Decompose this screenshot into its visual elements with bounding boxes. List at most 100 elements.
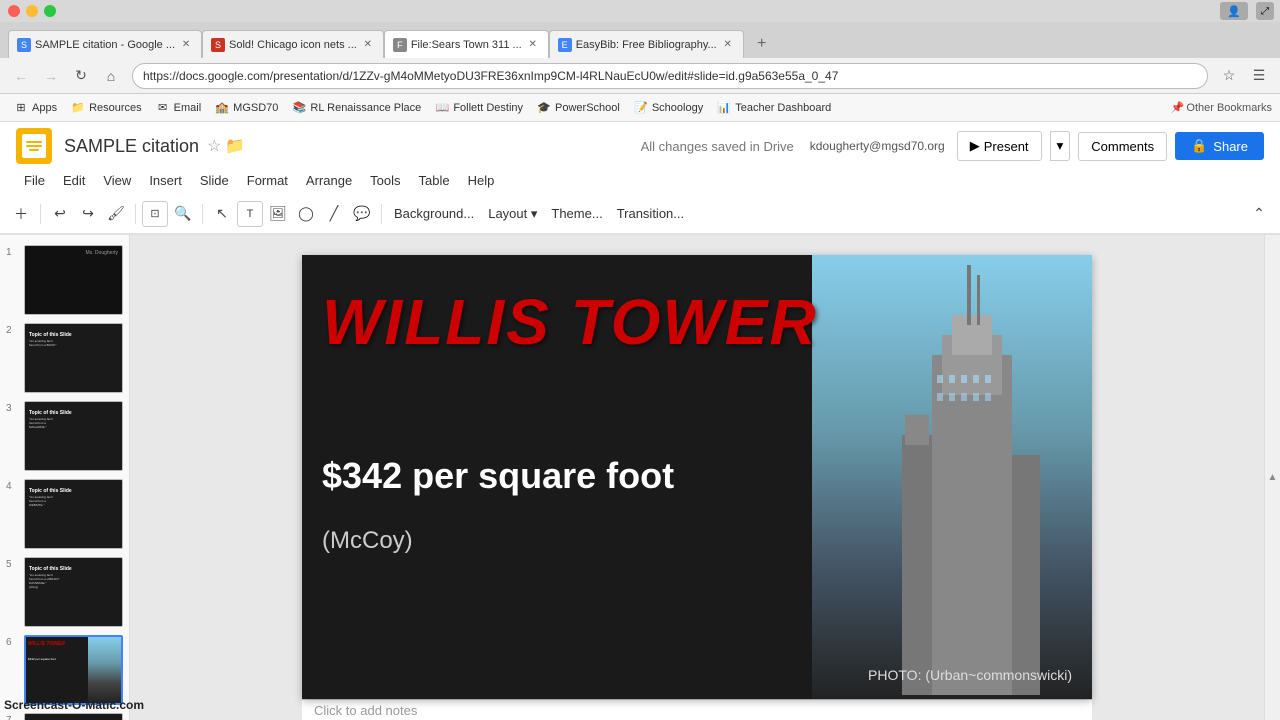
background-button[interactable]: Background... (388, 204, 480, 223)
window-minimize-button[interactable] (26, 5, 38, 17)
menu-tools[interactable]: Tools (362, 169, 408, 192)
window-maximize-button[interactable] (44, 5, 56, 17)
zoom-fit-button[interactable]: ⊡ (142, 201, 168, 227)
slide-canvas[interactable]: WILLIS TOWER (302, 255, 1092, 699)
collapse-icon: ▲ (1268, 472, 1278, 483)
bookmark-mgsd70[interactable]: 🏫 MGSD70 (209, 99, 284, 117)
slide-thumb-6[interactable]: 6 WILLIS TOWER $342 per square foot (4, 633, 125, 707)
image-button[interactable]: 🖼 (265, 201, 291, 227)
menu-help[interactable]: Help (460, 169, 503, 192)
url-text: https://docs.google.com/presentation/d/1… (143, 69, 1197, 83)
notes-area[interactable]: Click to add notes (302, 699, 1092, 720)
user-account[interactable]: kdougherty@mgsd70.org (810, 139, 945, 153)
renaissance-icon: 📚 (292, 101, 306, 115)
insert-button[interactable]: ＋ (8, 201, 34, 227)
text-box-button[interactable]: T (237, 201, 263, 227)
comment-inline-button[interactable]: 💬 (349, 201, 375, 227)
present-dropdown-button[interactable]: ▾ (1050, 131, 1071, 161)
comments-button[interactable]: Comments (1078, 132, 1167, 161)
slide-thumb-2[interactable]: 2 Topic of this Slide "An amazing fact I… (4, 321, 125, 395)
bookmark-powerschool[interactable]: 🎓 PowerSchool (531, 99, 626, 117)
tab1-close[interactable]: ✕ (179, 38, 193, 52)
forward-button[interactable]: → (38, 63, 64, 89)
slide-image (812, 255, 1092, 699)
bookmark-button[interactable]: ☆ (1216, 63, 1242, 89)
share-button[interactable]: 🔒 Share (1175, 132, 1264, 160)
tab4-favicon: E (558, 38, 572, 52)
slides-panel: 1 Ms. Dougherty 2 Topic of this Slide "A… (0, 235, 130, 720)
slide-thumb-1[interactable]: 1 Ms. Dougherty (4, 243, 125, 317)
slide-citation[interactable]: (McCoy) (322, 527, 413, 555)
saved-status: All changes saved in Drive (641, 139, 794, 154)
fullscreen-icon[interactable]: ⤢ (1256, 2, 1274, 20)
slide-preview-7: Works Cited Bibliography entries... (24, 713, 123, 720)
bookmarks-bar: ⊞ Apps 📁 Resources ✉ Email 🏫 MGSD70 📚 RL… (0, 94, 1280, 122)
toolbar-sep-3 (202, 204, 203, 224)
collapse-toolbar-button[interactable]: ⌃ (1246, 201, 1272, 227)
slide-main-title[interactable]: WILLIS TOWER (322, 285, 818, 359)
menu-edit[interactable]: Edit (55, 169, 93, 192)
present-icon: ▶ (970, 138, 980, 154)
menu-button[interactable]: ☰ (1246, 63, 1272, 89)
tab-easybib[interactable]: E EasyBib: Free Bibliography... ✕ (549, 30, 744, 58)
bookmark-resources[interactable]: 📁 Resources (65, 99, 148, 117)
teacher-dashboard-icon: 📊 (717, 101, 731, 115)
line-button[interactable]: ╱ (321, 201, 347, 227)
tab3-close[interactable]: ✕ (526, 38, 540, 52)
bookmark-schoology[interactable]: 📝 Schoology (628, 99, 709, 117)
back-button[interactable]: ← (8, 63, 34, 89)
bookmark-follett[interactable]: 📖 Follett Destiny (429, 99, 529, 117)
tab4-close[interactable]: ✕ (721, 38, 735, 52)
menu-table[interactable]: Table (411, 169, 458, 192)
layout-button[interactable]: Layout ▾ (482, 204, 543, 224)
editor-area: WILLIS TOWER (130, 235, 1264, 720)
transition-button[interactable]: Transition... (611, 204, 690, 223)
window-controls (0, 1, 64, 21)
menu-file[interactable]: File (16, 169, 53, 192)
collapse-panel[interactable]: ▲ (1264, 235, 1280, 720)
tab-sold-chicago[interactable]: S Sold! Chicago icon nets ... ✕ (202, 30, 384, 58)
tab-file-sears[interactable]: F File:Sears Town 311 ... ✕ (384, 30, 549, 58)
slide-thumb-5[interactable]: 5 Topic of this Slide "An amazing fact I… (4, 555, 125, 629)
tab-sample-citation[interactable]: S SAMPLE citation - Google ... ✕ (8, 30, 202, 58)
star-button[interactable]: ☆ (207, 136, 221, 156)
slide-thumb-3[interactable]: 3 Topic of this Slide "An amazing fact I… (4, 399, 125, 473)
tab2-close[interactable]: ✕ (361, 38, 375, 52)
reload-button[interactable]: ↻ (68, 63, 94, 89)
shape-button[interactable]: ◯ (293, 201, 319, 227)
folder-button[interactable]: 📁 (225, 136, 245, 156)
slide-price[interactable]: $342 per square foot (322, 455, 674, 497)
bookmark-apps[interactable]: ⊞ Apps (8, 99, 63, 117)
paint-format-button[interactable]: 🖌 (103, 201, 129, 227)
url-bar[interactable]: https://docs.google.com/presentation/d/1… (132, 63, 1208, 89)
menu-slide[interactable]: Slide (192, 169, 237, 192)
select-button[interactable]: ↖ (209, 201, 235, 227)
other-bookmarks-icon: 📌 (1171, 101, 1185, 114)
email-icon: ✉ (156, 101, 170, 115)
slide-thumb-7[interactable]: 7 Works Cited Bibliography entries... (4, 711, 125, 720)
redo-button[interactable]: ↪ (75, 201, 101, 227)
new-tab-button[interactable]: + (748, 30, 776, 58)
menu-arrange[interactable]: Arrange (298, 169, 360, 192)
bookmark-teacher-dashboard[interactable]: 📊 Teacher Dashboard (711, 99, 837, 117)
window-close-button[interactable] (8, 5, 20, 17)
profile-icon[interactable]: 👤 (1220, 2, 1248, 20)
resources-icon: 📁 (71, 101, 85, 115)
powerschool-icon: 🎓 (537, 101, 551, 115)
bookmark-email[interactable]: ✉ Email (150, 99, 208, 117)
undo-button[interactable]: ↩ (47, 201, 73, 227)
menu-view[interactable]: View (95, 169, 139, 192)
menu-insert[interactable]: Insert (141, 169, 190, 192)
mgsd70-icon: 🏫 (215, 101, 229, 115)
present-label: Present (984, 139, 1029, 154)
menu-format[interactable]: Format (239, 169, 296, 192)
bookmark-teacher-dashboard-label: Teacher Dashboard (735, 102, 831, 114)
zoom-button[interactable]: 🔍 (170, 201, 196, 227)
slide-thumb-4[interactable]: 4 Topic of this Slide "An amazing fact I… (4, 477, 125, 551)
other-bookmarks[interactable]: 📌 Other Bookmarks (1171, 101, 1272, 114)
present-button[interactable]: ▶ Present (957, 131, 1042, 161)
theme-button[interactable]: Theme... (545, 204, 608, 223)
doc-title: SAMPLE citation (64, 136, 199, 157)
bookmark-renaissance[interactable]: 📚 RL Renaissance Place (286, 99, 427, 117)
home-button[interactable]: ⌂ (98, 63, 124, 89)
